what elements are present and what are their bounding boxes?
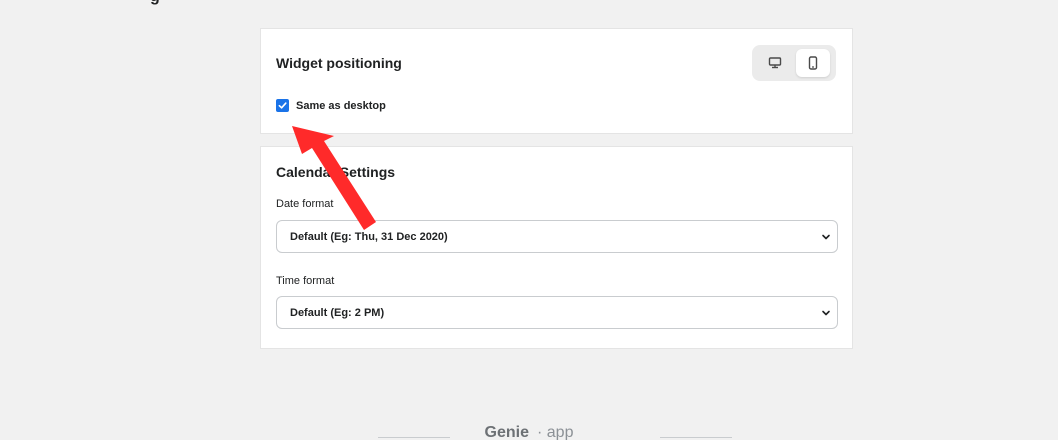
page-heading-partial: g: [150, 0, 160, 6]
device-toggle: [752, 45, 836, 81]
checkmark-icon: [278, 102, 287, 109]
widget-positioning-title: Widget positioning: [276, 55, 402, 71]
time-format-select[interactable]: Default (Eg: 2 PM): [276, 296, 838, 329]
date-format-label: Date format: [276, 198, 334, 210]
mobile-icon: [808, 56, 818, 70]
calendar-settings-card: Calendar Settings Date format Default (E…: [260, 146, 853, 349]
desktop-icon: [768, 57, 782, 69]
same-as-desktop-row[interactable]: Same as desktop: [276, 99, 386, 112]
same-as-desktop-checkbox[interactable]: [276, 99, 289, 112]
calendar-settings-title: Calendar Settings: [276, 164, 396, 180]
time-format-label: Time format: [276, 275, 335, 287]
footer-suffix: · app: [537, 424, 574, 440]
mobile-view-button[interactable]: [796, 49, 830, 77]
date-format-select[interactable]: Default (Eg: Thu, 31 Dec 2020): [276, 220, 838, 253]
settings-page: g Widget positioning: [0, 0, 1058, 440]
footer-branding: Genie · app: [0, 424, 1058, 440]
chevron-down-icon: [822, 310, 830, 315]
same-as-desktop-label: Same as desktop: [296, 99, 386, 112]
desktop-view-button[interactable]: [758, 49, 792, 77]
date-format-value: Default (Eg: Thu, 31 Dec 2020): [290, 230, 448, 243]
footer-brand: Genie: [484, 424, 529, 440]
time-format-value: Default (Eg: 2 PM): [290, 306, 385, 319]
widget-positioning-card: Widget positioning Same as desktop: [260, 28, 853, 134]
chevron-down-icon: [822, 234, 830, 239]
